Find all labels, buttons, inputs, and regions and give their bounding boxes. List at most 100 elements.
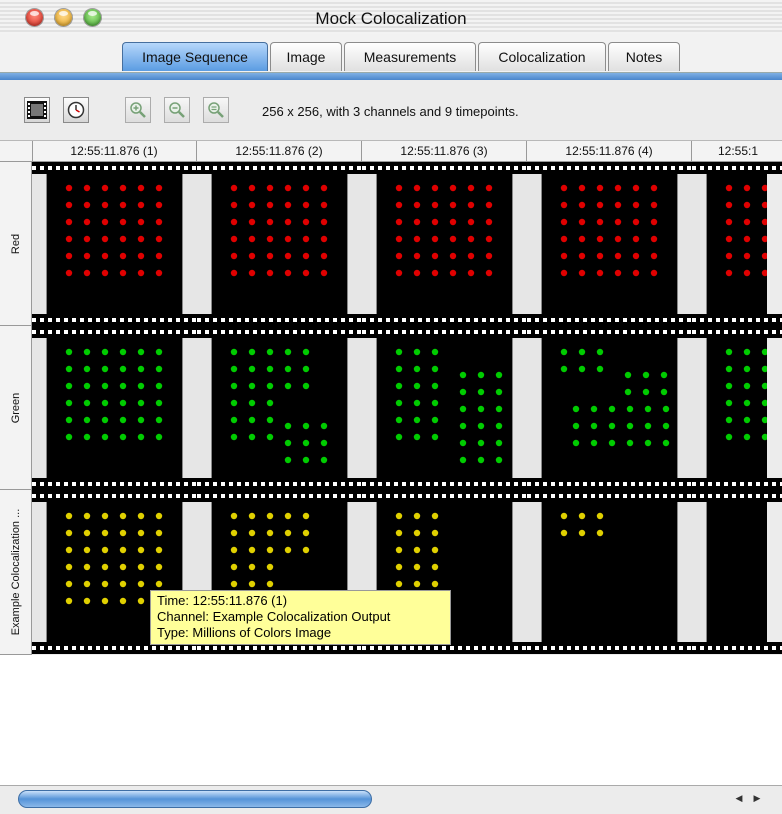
- scroll-right-arrow[interactable]: ▶: [750, 791, 764, 805]
- cell-dot: [101, 433, 109, 441]
- cell-dot: [137, 529, 145, 537]
- cell-dot: [248, 201, 256, 209]
- cell-dot: [119, 252, 127, 260]
- cell-dot: [65, 235, 73, 243]
- cell-dot: [495, 371, 503, 379]
- cell-dot: [83, 201, 91, 209]
- cell-dot: [660, 371, 668, 379]
- cell-dot: [65, 433, 73, 441]
- image-frame[interactable]: [362, 326, 527, 490]
- cell-dot: [248, 580, 256, 588]
- cell-dot: [743, 433, 751, 441]
- film-strip-button[interactable]: [24, 97, 50, 123]
- cell-dot: [248, 218, 256, 226]
- cell-dot: [101, 563, 109, 571]
- cell-dot: [248, 512, 256, 520]
- horizontal-scrollbar[interactable]: ◀ ▶: [0, 785, 782, 814]
- cell-dot: [284, 348, 292, 356]
- cell-dot: [560, 529, 568, 537]
- film-perforation: [692, 162, 782, 174]
- tab-measurements[interactable]: Measurements: [344, 42, 476, 71]
- cell-dot: [743, 218, 751, 226]
- film-perforation: [32, 478, 197, 490]
- image-frame[interactable]: [197, 162, 362, 326]
- cell-dot: [495, 405, 503, 413]
- column-header[interactable]: 12:55:11.876 (4): [527, 141, 692, 161]
- cell-dot: [83, 563, 91, 571]
- cell-dot: [662, 405, 670, 413]
- tab-colocalization[interactable]: Colocalization: [478, 42, 606, 71]
- cell-dot: [230, 252, 238, 260]
- film-perforation: [692, 478, 782, 490]
- image-frame[interactable]: [527, 490, 692, 654]
- cell-dot: [413, 348, 421, 356]
- cell-dot: [477, 405, 485, 413]
- zoom-actual-icon: [208, 102, 224, 118]
- column-header[interactable]: 12:55:11.876 (1): [32, 141, 197, 161]
- cell-dot: [485, 218, 493, 226]
- scroll-left-arrow[interactable]: ◀: [732, 791, 746, 805]
- cell-dot: [65, 252, 73, 260]
- tab-image-sequence[interactable]: Image Sequence: [122, 42, 268, 71]
- film-icon: [27, 101, 47, 119]
- zoom-actual-size-button[interactable]: [203, 97, 229, 123]
- cell-dot: [626, 439, 634, 447]
- cell-dot: [761, 416, 767, 424]
- cell-dot: [101, 546, 109, 554]
- zoom-out-button[interactable]: [164, 97, 190, 123]
- dot-grid: [395, 348, 503, 464]
- image-frame[interactable]: [527, 326, 692, 490]
- cell-dot: [578, 235, 586, 243]
- cell-dot: [477, 439, 485, 447]
- cell-dot: [101, 529, 109, 537]
- cell-dot: [413, 252, 421, 260]
- image-frame[interactable]: [692, 490, 782, 654]
- cell-dot: [395, 218, 403, 226]
- cell-dot: [413, 529, 421, 537]
- dot-grid: [230, 184, 328, 277]
- cell-dot: [137, 416, 145, 424]
- cell-dot: [155, 512, 163, 520]
- column-header[interactable]: 12:55:11.876 (2): [197, 141, 362, 161]
- column-header[interactable]: 12:55:11.876 (3): [362, 141, 527, 161]
- frame-border: [677, 174, 692, 314]
- cell-dot: [431, 416, 439, 424]
- cell-dot: [467, 269, 475, 277]
- cell-dot: [230, 365, 238, 373]
- cell-dot: [761, 269, 767, 277]
- cell-dot: [302, 348, 310, 356]
- frame-border: [677, 338, 692, 478]
- zoom-in-button[interactable]: [125, 97, 151, 123]
- sequence-info: 256 x 256, with 3 channels and 9 timepoi…: [262, 104, 519, 119]
- image-frame[interactable]: [32, 162, 197, 326]
- cell-dot: [101, 382, 109, 390]
- image-frame[interactable]: [362, 162, 527, 326]
- cell-dot: [413, 365, 421, 373]
- timepoint-button[interactable]: [63, 97, 89, 123]
- film-perforation: [362, 314, 527, 326]
- column-header[interactable]: 12:55:1: [692, 141, 782, 161]
- cell-dot: [248, 365, 256, 373]
- dot-grid: [725, 184, 767, 277]
- scroll-thumb[interactable]: [18, 790, 372, 808]
- cell-dot: [560, 235, 568, 243]
- cell-dot: [477, 456, 485, 464]
- image-frame[interactable]: [527, 162, 692, 326]
- image-frame[interactable]: [197, 326, 362, 490]
- tooltip: Time: 12:55:11.876 (1) Channel: Example …: [150, 590, 451, 645]
- image-frame[interactable]: [692, 326, 782, 490]
- tab-notes[interactable]: Notes: [608, 42, 680, 71]
- cell-dot: [632, 184, 640, 192]
- cell-dot: [248, 416, 256, 424]
- cell-dot: [485, 184, 493, 192]
- cell-dot: [101, 416, 109, 424]
- film-perforation: [692, 314, 782, 326]
- image-frame[interactable]: [692, 162, 782, 326]
- frame-border: [692, 174, 707, 314]
- tab-image[interactable]: Image: [270, 42, 342, 71]
- cell-dot: [495, 439, 503, 447]
- frame-border: [362, 174, 377, 314]
- image-frame[interactable]: [32, 326, 197, 490]
- cell-dot: [761, 218, 767, 226]
- cell-dot: [155, 433, 163, 441]
